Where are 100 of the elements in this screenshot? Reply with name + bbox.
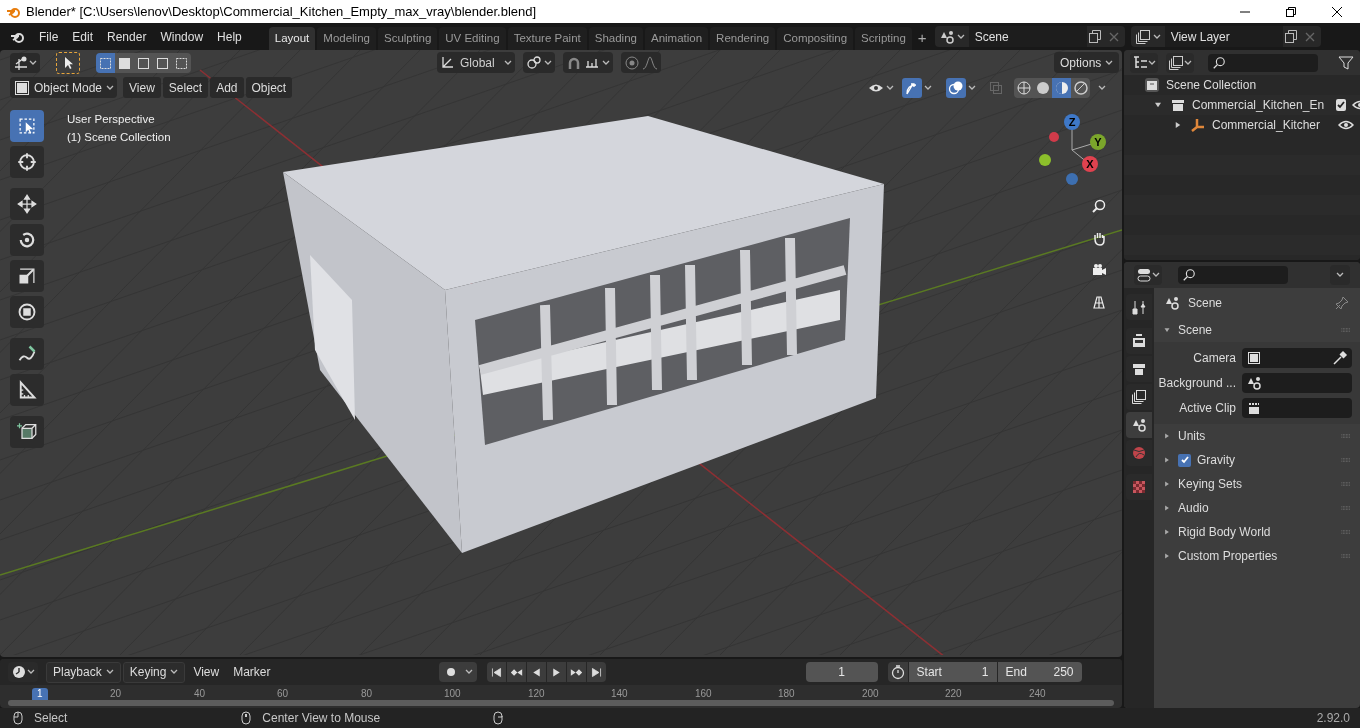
jump-end-button[interactable]	[586, 662, 606, 682]
measure-tool-button[interactable]	[10, 374, 44, 406]
cursor-tool-button[interactable]	[10, 146, 44, 178]
outliner-search-field[interactable]	[1208, 53, 1318, 72]
menu-item[interactable]: View	[187, 661, 226, 683]
workspace-tab[interactable]: Compositing	[777, 27, 854, 50]
previous-keyframe-button[interactable]	[506, 662, 526, 682]
proportional-edit-button[interactable]	[621, 52, 661, 73]
scale-tool-button[interactable]	[10, 260, 44, 292]
data-block-field[interactable]	[1242, 373, 1352, 393]
scene-name-field[interactable]: Scene	[968, 26, 1087, 47]
rotate-tool-button[interactable]	[10, 224, 44, 256]
play-reverse-button[interactable]	[526, 662, 546, 682]
menu-item[interactable]: Add	[210, 77, 244, 98]
workspace-tab[interactable]: Layout	[268, 27, 316, 50]
properties-tab[interactable]	[1126, 294, 1152, 320]
workspace-tab[interactable]: Rendering	[710, 27, 776, 50]
shading-mode-button[interactable]	[1052, 77, 1071, 98]
workspace-tab[interactable]: Shading	[588, 27, 643, 50]
gizmo-toggle-button[interactable]	[902, 77, 932, 98]
axis-label[interactable]: Z	[1064, 114, 1080, 130]
properties-tab[interactable]	[1126, 328, 1152, 354]
transform-tool-button[interactable]	[10, 296, 44, 328]
properties-tab[interactable]	[1126, 384, 1152, 410]
use-preview-range-button[interactable]	[887, 662, 908, 682]
menu-item[interactable]: Window	[153, 25, 211, 48]
panel-header[interactable]: Keying Sets	[1154, 472, 1360, 496]
properties-search-field[interactable]	[1178, 266, 1288, 284]
properties-tab[interactable]	[1126, 412, 1152, 438]
chevron-down-icon	[1152, 33, 1161, 40]
checkbox[interactable]	[1336, 99, 1347, 111]
panel-header[interactable]: Units	[1154, 424, 1360, 448]
menu-item[interactable]: Object	[245, 77, 293, 98]
snap-dropdown[interactable]	[563, 52, 613, 73]
menu-item[interactable]: Render	[100, 25, 154, 48]
selection-mode-button[interactable]	[96, 53, 115, 73]
move-tool-button[interactable]	[10, 188, 44, 220]
menu-item[interactable]: Keying	[122, 661, 186, 683]
selection-mode-button[interactable]	[115, 53, 134, 73]
data-block-field[interactable]	[1242, 398, 1352, 418]
tool-button[interactable]	[56, 52, 80, 74]
menu-item[interactable]: View	[123, 77, 161, 98]
checkbox[interactable]	[1178, 453, 1191, 467]
menu-item[interactable]: File	[32, 25, 66, 48]
scale-icon	[17, 266, 37, 286]
pivot-dropdown[interactable]	[523, 52, 555, 73]
next-keyframe-button[interactable]	[566, 662, 586, 682]
workspace-tab[interactable]: UV Editing	[439, 27, 506, 50]
view-layer-field[interactable]: View Layer	[1164, 26, 1283, 47]
falloff-curve-icon	[642, 54, 658, 71]
editor-type-button[interactable]	[8, 662, 38, 682]
menu-item[interactable]: Marker	[227, 661, 277, 683]
shading-mode-button[interactable]	[1033, 77, 1052, 98]
workspace-tab[interactable]: Modeling	[317, 27, 376, 50]
workspace-tab[interactable]: Scripting	[855, 27, 912, 50]
workspace-tab[interactable]: Animation	[644, 27, 709, 50]
selection-mode-button[interactable]	[172, 53, 191, 73]
shading-mode-button[interactable]	[1014, 77, 1033, 98]
menu-item[interactable]: Edit	[65, 25, 101, 48]
options-dropdown[interactable]: Options	[1054, 52, 1120, 73]
workspace-tab[interactable]: Sculpting	[377, 27, 438, 50]
options-dropdown[interactable]	[1330, 265, 1350, 285]
menu-item[interactable]: Help	[210, 25, 249, 48]
overlay-toggle-button[interactable]	[946, 77, 976, 98]
panel-header[interactable]: Audio	[1154, 496, 1360, 520]
add-tool-button[interactable]	[10, 416, 44, 448]
chevron-down-icon	[1152, 272, 1160, 278]
panel-header[interactable]: Custom Properties	[1154, 544, 1360, 568]
panel-header[interactable]: Gravity	[1154, 448, 1360, 472]
add-workspace-button[interactable]: +	[913, 27, 931, 50]
select-tool-button[interactable]	[10, 110, 44, 142]
outliner-item[interactable]: Scene Collection	[1166, 76, 1257, 94]
chevron-down-icon	[29, 60, 37, 66]
end-frame-field[interactable]: End 250	[997, 662, 1082, 682]
outliner-item[interactable]: Commercial_Kitcher	[1212, 116, 1321, 134]
shading-mode-button[interactable]	[1071, 77, 1090, 98]
editor-type-button[interactable]	[1134, 265, 1162, 285]
current-frame-field[interactable]: 1	[805, 662, 878, 682]
mode-dropdown[interactable]: Object Mode	[10, 77, 117, 98]
menu-item[interactable]: Select	[162, 77, 209, 98]
filter-dropdown[interactable]	[1166, 52, 1194, 73]
annotate-tool-button[interactable]	[10, 338, 44, 370]
axis-label[interactable]: Y	[1090, 134, 1106, 150]
data-block-field[interactable]	[1242, 348, 1352, 368]
play-button[interactable]	[546, 662, 566, 682]
jump-start-button[interactable]	[486, 662, 506, 682]
editor-type-button[interactable]	[10, 53, 40, 73]
properties-tab[interactable]	[1126, 356, 1152, 382]
panel-header[interactable]: Scene	[1154, 318, 1360, 342]
workspace-tab[interactable]: Texture Paint	[507, 27, 587, 50]
keyframe-record-button[interactable]	[438, 662, 477, 682]
menu-item[interactable]: Playback	[46, 661, 121, 683]
panel-header[interactable]: Rigid Body World	[1154, 520, 1360, 544]
axis-label[interactable]: X	[1082, 156, 1098, 172]
display-mode-dropdown[interactable]	[1130, 52, 1158, 73]
orientation-dropdown[interactable]: Global	[437, 52, 515, 73]
outliner-item[interactable]: Commercial_Kitchen_En	[1192, 96, 1325, 114]
start-frame-field[interactable]: Start 1	[908, 662, 997, 682]
timeline-scrollbar[interactable]	[8, 700, 1114, 706]
frame-number: 60	[277, 688, 289, 700]
